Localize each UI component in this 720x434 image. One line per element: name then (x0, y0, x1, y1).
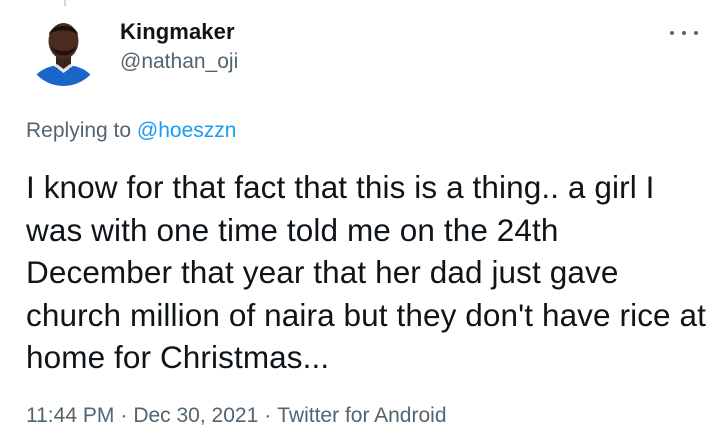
author-handle[interactable]: @nathan_oji (120, 48, 238, 76)
replying-to-handle-link[interactable]: @hoeszzn (137, 119, 237, 142)
more-dot (670, 31, 674, 35)
replying-to-line: Replying to @hoeszzn (26, 117, 236, 145)
more-dot (682, 31, 686, 35)
tweet-metadata: 11:44 PM · Dec 30, 2021 · Twitter for Androi… (26, 402, 447, 430)
more-horizontal-icon[interactable] (670, 26, 698, 40)
more-dot (694, 31, 698, 35)
tweet-text: I know for that fact that this is a thin… (26, 169, 706, 375)
author-block[interactable]: Kingmaker @nathan_oji (120, 18, 238, 76)
thread-connector-line (64, 0, 66, 6)
author-display-name[interactable]: Kingmaker (120, 18, 238, 46)
meta-separator: · (120, 404, 128, 427)
tweet-date[interactable]: Dec 30, 2021 (133, 404, 258, 427)
avatar[interactable] (26, 11, 101, 86)
meta-separator: · (264, 404, 272, 427)
tweet-time[interactable]: 11:44 PM (26, 404, 114, 427)
profile-photo (26, 11, 101, 86)
tweet-source[interactable]: Twitter for Android (277, 404, 446, 427)
replying-to-label: Replying to (26, 119, 137, 142)
